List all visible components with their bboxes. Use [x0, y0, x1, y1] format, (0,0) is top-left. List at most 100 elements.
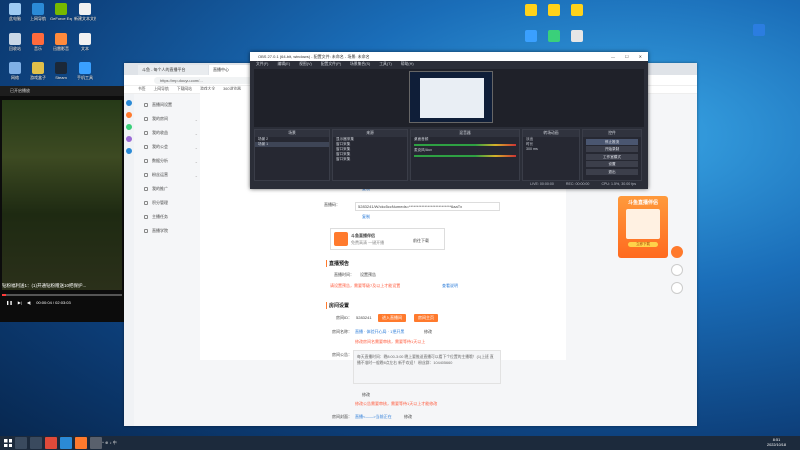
volume-meter[interactable]	[414, 155, 516, 157]
bookmark-item[interactable]: 上网导航	[154, 87, 169, 92]
copy-link-2[interactable]: 复制	[362, 214, 370, 220]
desktop-icon[interactable]: GeForce Experience	[50, 3, 72, 29]
nav-label: 主播任务	[152, 214, 168, 219]
promo-download-button[interactable]: 立即下载	[628, 242, 658, 247]
video-subtitle: 钻粉福利送1：(1)开通钻粉赠送10把保护...	[2, 283, 87, 288]
close-icon[interactable]: ✕	[639, 52, 642, 61]
stop-streaming-button[interactable]: 停止推流	[586, 138, 638, 145]
system-tray[interactable]: ^ ⊕ ♪ 中	[102, 440, 117, 446]
controls-dock: 控件 停止推流 开始录制 工作室模式 设置 退出	[582, 129, 642, 181]
menu-item[interactable]: 视图(V)	[299, 61, 312, 68]
desktop-icon[interactable]: 网络	[4, 62, 26, 88]
volume-icon[interactable]: ◀)	[27, 300, 31, 305]
nav-item[interactable]: 数据分析 ⌄	[140, 154, 198, 168]
desktop-icon[interactable]: 手机工具	[74, 62, 96, 88]
room-notice-edit-button[interactable]: 修改	[362, 392, 370, 398]
desktop-icon[interactable]	[520, 4, 542, 30]
taskbar-app-icon[interactable]	[90, 437, 102, 449]
sidebar-app-icon[interactable]	[126, 112, 132, 118]
studio-mode-button[interactable]: 工作室模式	[586, 153, 638, 160]
nav-item[interactable]: 积分管理	[140, 196, 198, 210]
video-player-window[interactable]: 已开启播放 钻粉福利送1：(1)开通钻粉赠送10把保护... ❚❚ ▶| ◀) …	[0, 86, 124, 322]
nav-item[interactable]: 我的房间 ⌄	[140, 112, 198, 126]
obs-window[interactable]: OBS 27.0.1 (64-bit, windows) - 配置文件: 未命名…	[250, 52, 648, 189]
sidebar-app-icon[interactable]	[126, 124, 132, 130]
duration-field[interactable]: 300 ms	[523, 147, 579, 152]
source-item[interactable]: 窗口采集	[333, 157, 407, 162]
room-cover-edit-button[interactable]: 修改	[404, 414, 412, 420]
feedback-float-button[interactable]	[671, 264, 683, 276]
obs-preview[interactable]	[254, 69, 644, 127]
minimize-icon[interactable]: —	[611, 52, 615, 61]
desktop-icon-label: 回收站	[9, 46, 21, 51]
live-companion-promo[interactable]: 斗鱼直播伴侣 立即下载	[618, 196, 668, 258]
room-notice-text[interactable]: 每天直播时间：晚8:00-3:00 晚上要推送直播可以看下个位置的主播哦！(1)…	[353, 350, 501, 384]
exit-button[interactable]: 退出	[586, 168, 638, 175]
menu-item[interactable]: 配置文件(P)	[321, 61, 341, 68]
maximize-icon[interactable]: ☐	[625, 52, 629, 61]
desktop-icon[interactable]: 游戏盒子	[27, 62, 49, 88]
nav-item[interactable]: 我的公会 ⌄	[140, 140, 198, 154]
nav-item[interactable]: 我的推广	[140, 182, 198, 196]
back-to-top-button[interactable]	[671, 282, 683, 294]
obs-download-button[interactable]: 前往下载	[413, 238, 429, 244]
controls-header: 控件	[583, 130, 641, 137]
pause-icon[interactable]: ❚❚	[6, 300, 13, 305]
preview-set-link[interactable]: 设置预告	[360, 272, 376, 278]
start-recording-button[interactable]: 开始录制	[586, 146, 638, 152]
room-home-button[interactable]: 房间主页	[414, 314, 438, 322]
desktop-icon[interactable]: 文本	[74, 33, 96, 59]
desktop-icon-label: Steam	[55, 75, 67, 80]
clock[interactable]: 8:51 2022/10/18	[767, 438, 800, 448]
help-float-button[interactable]	[671, 246, 683, 258]
desktop-icon[interactable]: 上网导航	[27, 3, 49, 29]
nav-item[interactable]: 主播任务	[140, 210, 198, 224]
nav-item[interactable]: 直播学院	[140, 224, 198, 238]
video-progress-bar[interactable]	[2, 294, 122, 296]
search-icon[interactable]	[15, 437, 27, 449]
desktop-icon-label: 新建文本文档	[74, 16, 96, 21]
menu-item[interactable]: 编辑(E)	[277, 61, 290, 68]
menu-item[interactable]: 场景集合(S)	[350, 61, 370, 68]
desktop-icon[interactable]	[748, 24, 770, 50]
next-icon[interactable]: ▶|	[18, 300, 22, 305]
preview-help-link[interactable]: 查看说明	[442, 283, 458, 289]
menu-item[interactable]: 文件(F)	[256, 61, 268, 68]
desktop-icon[interactable]: 回收站	[4, 33, 26, 59]
nav-icon	[144, 145, 148, 149]
nav-icon	[144, 159, 148, 163]
volume-meter[interactable]	[414, 144, 516, 146]
room-name-edit-button[interactable]: 修改	[424, 329, 432, 335]
bookmark-item[interactable]: 书签	[138, 87, 146, 92]
desktop-icon[interactable]: 此电脑	[4, 3, 26, 29]
desktop-icon-label: 手机工具	[77, 75, 93, 80]
nav-item[interactable]: 粉丝运营 ⌄	[140, 168, 198, 182]
task-view-icon[interactable]	[30, 437, 42, 449]
bookmark-item[interactable]: 下载网站	[177, 87, 192, 92]
desktop-icon[interactable]: Steam	[50, 62, 72, 88]
settings-button[interactable]: 设置	[586, 161, 638, 167]
desktop-icon[interactable]: 迅雷影音	[50, 33, 72, 59]
nav-item[interactable]: 我的收益 ⌄	[140, 126, 198, 140]
enter-room-button[interactable]: 进入直播间	[378, 314, 406, 322]
stream-code-field[interactable]: 5283241/W/ckc5ccNumeds=*****************…	[355, 202, 500, 211]
nav-label: 我的收益	[152, 130, 168, 135]
sidebar-app-icon[interactable]	[126, 136, 132, 142]
desktop-icon[interactable]: 音乐	[27, 33, 49, 59]
sidebar-app-icon[interactable]	[126, 100, 132, 106]
nav-item[interactable]: 直播间设置	[140, 98, 198, 112]
tab-douyu-home[interactable]: 斗鱼 - 每个人的直播平台	[138, 65, 208, 75]
sidebar-app-icon[interactable]	[126, 148, 132, 154]
game-video-frame[interactable]	[2, 100, 122, 290]
desktop-icon[interactable]: 新建文本文档	[74, 3, 96, 29]
preview-content	[420, 78, 484, 118]
taskbar-app-icon[interactable]	[45, 437, 57, 449]
taskbar-app-icon[interactable]	[75, 437, 87, 449]
scene-item[interactable]: 场景 1	[255, 142, 329, 147]
taskbar-app-icon[interactable]	[60, 437, 72, 449]
menu-item[interactable]: 工具(T)	[379, 61, 391, 68]
desktop-icon[interactable]	[566, 4, 588, 30]
desktop-icon[interactable]	[543, 4, 565, 30]
windows-start-icon[interactable]	[4, 439, 12, 447]
menu-item[interactable]: 帮助(H)	[401, 61, 414, 68]
